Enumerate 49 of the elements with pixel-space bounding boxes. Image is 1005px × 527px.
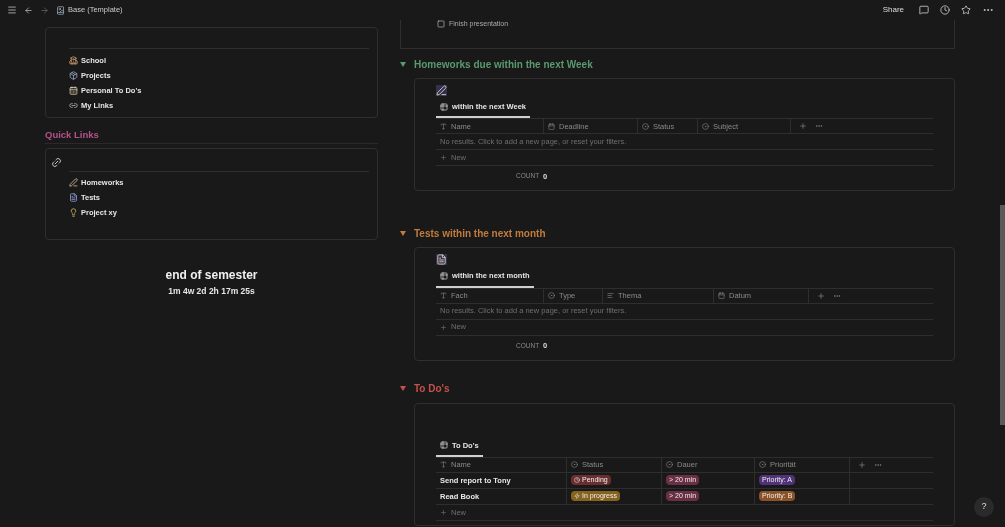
- page-icon: [69, 101, 78, 110]
- property-icon: [718, 292, 725, 299]
- property-icon: [571, 461, 578, 469]
- countdown-title: end of semester: [165, 267, 258, 284]
- toggle-icon[interactable]: [400, 230, 406, 236]
- scrollbar[interactable]: [1000, 205, 1005, 425]
- property-icon: [548, 122, 555, 130]
- page-icon: [69, 208, 78, 217]
- property-icon: [702, 122, 709, 130]
- plus-icon: [440, 323, 447, 331]
- menu-icon[interactable]: [7, 5, 17, 15]
- page-icon: [69, 193, 78, 202]
- property-icon: [548, 292, 555, 299]
- add-property-icon[interactable]: [817, 291, 825, 300]
- clock-icon: [574, 477, 580, 484]
- toggle-icon[interactable]: [400, 386, 406, 391]
- section-heading: Quick Links: [45, 128, 100, 142]
- property-icon: [440, 461, 447, 469]
- lightning-icon: [574, 493, 580, 500]
- help-button[interactable]: ?: [974, 497, 994, 517]
- page-icon: [436, 84, 447, 96]
- property-icon: [759, 461, 766, 469]
- property-icon: [440, 292, 447, 299]
- comment-icon[interactable]: [919, 5, 929, 15]
- share-button[interactable]: Share: [882, 4, 904, 16]
- section-heading: Tests within the next month: [414, 226, 546, 241]
- page-icon: [436, 253, 447, 265]
- section-heading: To Do's: [414, 382, 450, 396]
- property-icon: [440, 122, 447, 130]
- property-icon: [642, 122, 649, 130]
- toggle-icon[interactable]: [400, 61, 406, 67]
- property-icon: [666, 461, 673, 469]
- back-icon[interactable]: [24, 5, 33, 15]
- plus-icon: [440, 154, 447, 162]
- add-property-icon[interactable]: [858, 460, 866, 469]
- forward-icon[interactable]: [40, 5, 49, 15]
- plus-icon: [440, 508, 447, 516]
- favorite-icon[interactable]: [961, 5, 971, 15]
- page-icon: [69, 71, 78, 80]
- page-icon: [69, 86, 78, 95]
- property-icon: [607, 292, 614, 299]
- page-icon: [69, 178, 78, 187]
- history-icon[interactable]: [940, 5, 950, 15]
- checkbox[interactable]: [437, 20, 445, 29]
- page-icon: [69, 56, 78, 65]
- page-icon: [56, 5, 65, 15]
- section-heading: Homeworks due within the next Week: [414, 57, 593, 72]
- countdown-time: 1m 4w 2d 2h 17m 25s: [168, 285, 255, 298]
- add-property-icon[interactable]: [799, 122, 807, 131]
